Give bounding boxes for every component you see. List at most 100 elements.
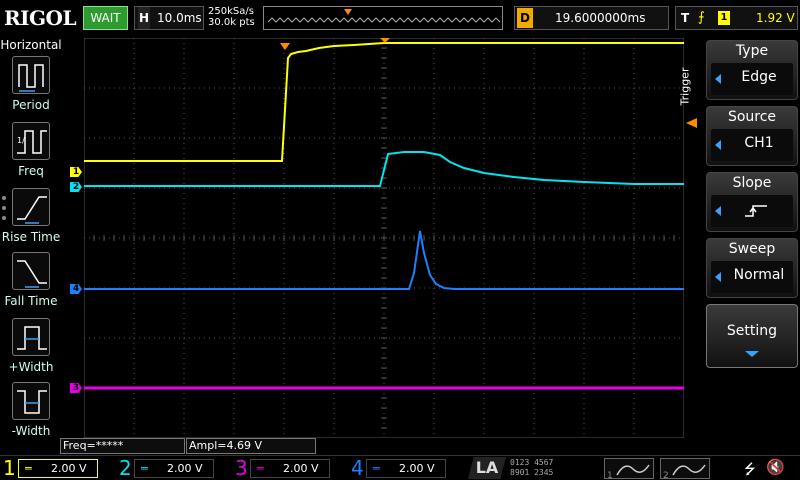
panel-title: Horizontal <box>0 38 62 52</box>
run-status-badge[interactable]: WAIT <box>83 6 128 30</box>
horizontal-measure-panel: Horizontal Period 1/ Freq Rise Time Fall… <box>0 38 62 438</box>
ref1-tab[interactable]: 1 <box>604 458 654 480</box>
ch1-offset-marker[interactable]: 1 <box>70 167 82 177</box>
horizontal-timebase-box[interactable]: H 10.0ms <box>134 6 204 30</box>
negative-width-label: -Width <box>11 424 51 438</box>
ref-waveform-icon: 1 <box>607 464 650 480</box>
ch1-waveform <box>84 42 684 162</box>
ref1-number: 1 <box>607 471 613 480</box>
measure-fall-time-button[interactable]: Fall Time <box>0 252 62 316</box>
rise-time-label: Rise Time <box>1 230 61 244</box>
dc-coupling-icon: ═ <box>373 462 380 475</box>
rising-edge-icon: ⨍ <box>698 10 705 25</box>
slope-head: Slope <box>732 175 772 191</box>
type-head: Type <box>735 43 769 59</box>
ch3-status-tab[interactable]: 3 ═ 2.00 V <box>232 456 342 480</box>
positive-width-label: +Width <box>8 360 54 374</box>
period-label: Period <box>12 98 50 112</box>
ch3-number: 3 <box>235 456 248 480</box>
dc-coupling-icon: ═ <box>141 462 148 475</box>
ch2-status-tab[interactable]: 2 ═ 2.00 V <box>116 456 226 480</box>
trigger-type-button[interactable]: Type Edge <box>706 40 798 100</box>
trigger-status-box[interactable]: T ⨍ 1 1.92 V <box>675 6 798 30</box>
dc-coupling-icon: ═ <box>257 462 264 475</box>
timebase-value: 10.0ms <box>157 11 202 25</box>
chevron-down-icon <box>745 351 759 357</box>
memory-position-bar[interactable] <box>263 6 503 30</box>
trigger-slope-button[interactable]: Slope <box>706 172 798 232</box>
delay-value: 19.6000000ms <box>555 11 646 25</box>
period-icon <box>12 56 50 94</box>
trigger-setting-button[interactable]: Setting <box>706 304 798 368</box>
memory-trigger-marker <box>344 9 352 15</box>
measure-positive-width-button[interactable]: +Width <box>0 318 62 382</box>
brand-logo: RIGOL <box>4 6 77 30</box>
measurement-results: Freq=***** Ampl=4.69 V <box>60 438 700 454</box>
source-head: Source <box>727 109 777 125</box>
trigger-source-button[interactable]: Source CH1 <box>706 106 798 166</box>
measure-rise-time-button[interactable]: Rise Time <box>0 188 62 252</box>
trigger-sweep-button[interactable]: Sweep Normal <box>706 238 798 298</box>
speaker-muted-icon[interactable]: 🔇 <box>766 458 785 476</box>
amplitude-measurement[interactable]: Ampl=4.69 V <box>186 438 316 454</box>
freq-measurement[interactable]: Freq=***** <box>60 438 185 454</box>
ch1-status-tab[interactable]: 1 ═ 2.00 V <box>0 456 110 480</box>
ch2-number: 2 <box>119 456 132 480</box>
sweep-value: Normal <box>733 267 785 283</box>
rising-edge-icon <box>745 205 767 217</box>
delay-box[interactable]: D 19.6000000ms <box>514 6 669 30</box>
fall-time-label: Fall Time <box>4 294 58 308</box>
trigger-position-marker <box>280 43 290 50</box>
acquisition-info: 250kSa/s 30.0k pts <box>208 6 255 28</box>
arrow-left-icon <box>715 206 721 216</box>
ch3-scale: 2.00 V <box>283 462 319 475</box>
la-channel-digits: 0123 4567 8901 2345 <box>510 458 553 478</box>
positive-width-icon <box>12 318 50 356</box>
logic-analyzer-tab[interactable]: LA <box>468 457 506 479</box>
la-digits-row1: 0123 4567 <box>510 458 554 467</box>
ch4-status-tab[interactable]: 4 ═ 2.00 V <box>348 456 458 480</box>
freq-icon: 1/ <box>12 122 50 160</box>
delay-letter: D <box>517 8 533 28</box>
ref2-tab[interactable]: 2 <box>660 458 710 480</box>
rise-time-icon <box>12 188 50 226</box>
trigger-source-badge: 1 <box>718 11 730 25</box>
ch2-offset-marker[interactable]: 2 <box>70 182 82 192</box>
trigger-letter: T <box>681 11 690 25</box>
sample-rate: 250kSa/s <box>208 6 254 17</box>
ref2-number: 2 <box>663 471 669 480</box>
trigger-menu-label: Trigger <box>678 60 702 120</box>
measure-negative-width-button[interactable]: -Width <box>0 382 62 446</box>
ch1-scale: 2.00 V <box>51 462 87 475</box>
ch4-waveform <box>84 230 684 290</box>
ch2-waveform <box>84 151 684 187</box>
type-value: Edge <box>741 69 777 85</box>
measure-period-button[interactable]: Period <box>0 56 62 120</box>
trigger-softkey-menu: Type Edge Source CH1 Slope Sweep Normal … <box>704 38 800 436</box>
setting-head: Setting <box>726 323 778 339</box>
fall-time-icon <box>12 252 50 290</box>
trigger-level: 1.92 V <box>756 11 795 25</box>
measure-freq-button[interactable]: 1/ Freq <box>0 122 62 186</box>
ch4-offset-marker[interactable]: 4 <box>70 284 82 294</box>
sweep-head: Sweep <box>728 241 776 257</box>
source-value: CH1 <box>744 135 774 151</box>
trigger-menu-title: Trigger <box>678 67 692 106</box>
ch2-scale: 2.00 V <box>167 462 203 475</box>
memory-waveform-preview <box>267 9 501 23</box>
la-digits-row2: 8901 2345 <box>510 468 554 477</box>
ch4-scale: 2.00 V <box>399 462 435 475</box>
negative-width-icon <box>12 382 50 420</box>
ch4-number: 4 <box>351 456 364 480</box>
ref-waveform-icon: 2 <box>663 464 706 480</box>
memory-depth: 30.0k pts <box>208 17 255 28</box>
arrow-left-icon <box>715 74 721 84</box>
top-status-bar: RIGOL WAIT H 10.0ms 250kSa/s 30.0k pts D… <box>0 0 800 38</box>
svg-text:1/: 1/ <box>17 136 25 145</box>
arrow-left-icon <box>715 140 721 150</box>
ch3-offset-marker[interactable]: 3 <box>70 383 82 393</box>
freq-label: Freq <box>18 164 44 178</box>
usb-icon: ⭍ <box>744 462 756 478</box>
horizontal-letter: H <box>138 7 150 29</box>
waveform-display[interactable] <box>84 38 684 438</box>
